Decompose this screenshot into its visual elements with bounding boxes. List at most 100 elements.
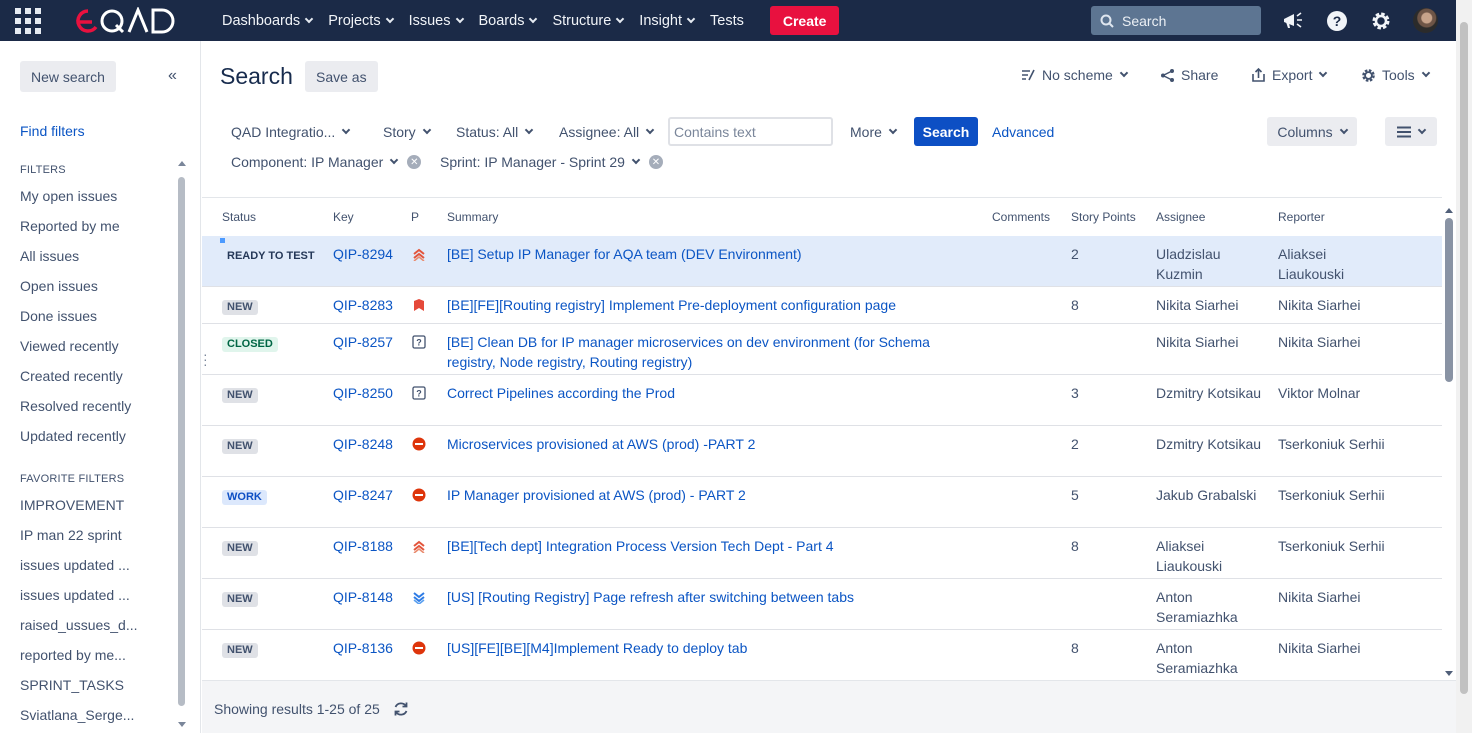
tools-dropdown[interactable]: Tools [1361,67,1430,83]
sidebar-item-resolved-recently[interactable]: Resolved recently [20,398,131,414]
nav-dashboards[interactable]: Dashboards [214,0,320,41]
issue-summary-link[interactable]: [BE] Setup IP Manager for AQA team (DEV … [447,244,982,264]
issue-key-link[interactable]: QIP-8257 [333,332,393,352]
issue-key-link[interactable]: QIP-8247 [333,485,393,505]
scroll-up-arrow-icon[interactable] [1445,208,1453,213]
table-row[interactable]: NEW QIP-8250? Correct Pipelines according … [202,375,1442,426]
contains-text-input[interactable]: Contains text [668,117,833,146]
collapse-sidebar-icon[interactable]: « [168,67,177,85]
nav-insight[interactable]: Insight [631,0,702,41]
status-filter[interactable]: Status: All [456,124,534,140]
favorite-filter-item[interactable]: SPRINT_TASKS [20,677,124,693]
help-icon[interactable]: ? [1325,9,1349,33]
column-header-key[interactable]: Key [333,210,354,224]
issue-summary-link[interactable]: [BE][Tech dept] Integration Process Vers… [447,536,982,556]
issue-key-link[interactable]: QIP-8294 [333,244,393,264]
sidebar-scrollbar[interactable] [177,157,187,731]
column-resize-handle[interactable]: · · · [203,347,208,371]
share-button[interactable]: Share [1160,67,1218,83]
columns-button[interactable]: Columns [1267,117,1357,146]
favorite-filter-item[interactable]: IP man 22 sprint [20,527,122,543]
megaphone-icon[interactable] [1281,9,1305,33]
column-header-story-points[interactable]: Story Points [1071,210,1136,224]
issue-summary-link[interactable]: [BE][FE][Routing registry] Implement Pre… [447,295,982,315]
sidebar-item-created-recently[interactable]: Created recently [20,368,123,384]
issue-key-link[interactable]: QIP-8283 [333,295,393,315]
favorite-filter-item[interactable]: Sviatlana_Serge... [20,707,134,723]
refresh-icon[interactable] [392,700,410,723]
column-header-reporter[interactable]: Reporter [1278,210,1325,224]
more-filters-dropdown[interactable]: More [850,124,898,140]
assignee-filter[interactable]: Assignee: All [559,124,655,140]
table-row[interactable]: NEW QIP-8283 [BE][FE][Routing registry] Im… [202,287,1442,324]
sidebar-item-updated-recently[interactable]: Updated recently [20,428,126,444]
table-row[interactable]: NEW QIP-8148 [US] [Routing Registry] Page … [202,579,1442,630]
favorite-filter-item[interactable]: IMPROVEMENT [20,497,124,513]
issue-summary-link[interactable]: Correct Pipelines according the Prod [447,383,982,403]
export-dropdown[interactable]: Export [1251,67,1328,83]
table-row[interactable]: NEW QIP-8136 [US][FE][BE][M4]Implement Rea… [202,630,1442,679]
sidebar-item-my-open-issues[interactable]: My open issues [20,188,117,204]
component-filter[interactable]: Component: IP Manager ✕ [231,154,422,170]
nav-issues[interactable]: Issues [401,0,471,41]
global-search-input[interactable]: Search [1091,6,1261,35]
page-scrollbar-thumb[interactable] [1460,22,1468,694]
column-header-summary[interactable]: Summary [447,210,498,224]
user-avatar[interactable] [1413,8,1438,33]
issue-summary-link[interactable]: [US][FE][BE][M4]Implement Ready to deplo… [447,638,982,658]
sidebar-scrollbar-thumb[interactable] [178,177,185,706]
scroll-up-arrow-icon[interactable] [178,161,186,166]
search-button[interactable]: Search [914,117,978,146]
column-header-comments[interactable]: Comments [992,210,1050,224]
nav-structure[interactable]: Structure [544,0,631,41]
sidebar-item-open-issues[interactable]: Open issues [20,278,98,294]
issue-key-link[interactable]: QIP-8136 [333,638,393,658]
issue-key-link[interactable]: QIP-8248 [333,434,393,454]
issue-summary-link[interactable]: Microservices provisioned at AWS (prod) … [447,434,982,454]
nav-boards[interactable]: Boards [471,0,545,41]
app-switcher-icon[interactable] [15,7,41,34]
issue-summary-link[interactable]: [US] [Routing Registry] Page refresh aft… [447,587,982,607]
page-scrollbar[interactable] [1456,0,1472,733]
settings-gear-icon[interactable] [1369,9,1393,33]
advanced-search-link[interactable]: Advanced [992,124,1054,140]
table-row[interactable]: WORK QIP-8247 IP Manager provisioned at AW… [202,477,1442,528]
create-button[interactable]: Create [769,6,840,35]
sidebar-item-viewed-recently[interactable]: Viewed recently [20,338,119,354]
table-row[interactable]: NEW QIP-8188 [BE][Tech dept] Integration P… [202,528,1442,579]
favorite-filter-item[interactable]: issues updated ... [20,587,130,603]
no-scheme-dropdown[interactable]: No scheme [1020,67,1129,83]
issue-key-link[interactable]: QIP-8188 [333,536,393,556]
table-scrollbar[interactable] [1444,206,1454,678]
column-header-assignee[interactable]: Assignee [1156,210,1205,224]
save-as-button[interactable]: Save as [305,61,378,92]
issue-key-link[interactable]: QIP-8148 [333,587,393,607]
table-row[interactable]: NEW QIP-8248 Microservices provisioned at … [202,426,1442,477]
sidebar-item-all-issues[interactable]: All issues [20,248,79,264]
table-row[interactable]: READY TO TEST QIP-8294 [BE] Setup IP Manag… [202,236,1442,287]
scroll-down-arrow-icon[interactable] [178,722,186,727]
favorite-filter-item[interactable]: issues updated ... [20,557,130,573]
table-scrollbar-thumb[interactable] [1445,218,1453,382]
column-header-status[interactable]: Status [222,210,256,224]
scroll-down-arrow-icon[interactable] [1445,671,1453,676]
qad-logo[interactable] [74,0,176,41]
issue-summary-link[interactable]: IP Manager provisioned at AWS (prod) - P… [447,485,982,505]
find-filters-link[interactable]: Find filters [20,123,85,139]
issue-key-link[interactable]: QIP-8250 [333,383,393,403]
nav-tests[interactable]: Tests [702,0,752,41]
view-layout-button[interactable] [1385,117,1437,146]
new-search-button[interactable]: New search [20,61,116,92]
clear-filter-icon[interactable]: ✕ [407,155,422,169]
sidebar-item-done-issues[interactable]: Done issues [20,308,97,324]
sprint-filter[interactable]: Sprint: IP Manager - Sprint 29 ✕ [440,154,663,170]
issue-summary-link[interactable]: [BE] Clean DB for IP manager microservic… [447,332,982,372]
favorite-filter-item[interactable]: raised_ussues_d... [20,617,138,633]
column-header-priority[interactable]: P [411,210,419,224]
favorite-filter-item[interactable]: reported by me... [20,647,126,663]
nav-projects[interactable]: Projects [320,0,400,41]
clear-filter-icon[interactable]: ✕ [648,155,663,169]
sidebar-item-reported-by-me[interactable]: Reported by me [20,218,120,234]
project-filter[interactable]: QAD Integratio... [231,124,351,140]
type-filter[interactable]: Story [383,124,431,140]
